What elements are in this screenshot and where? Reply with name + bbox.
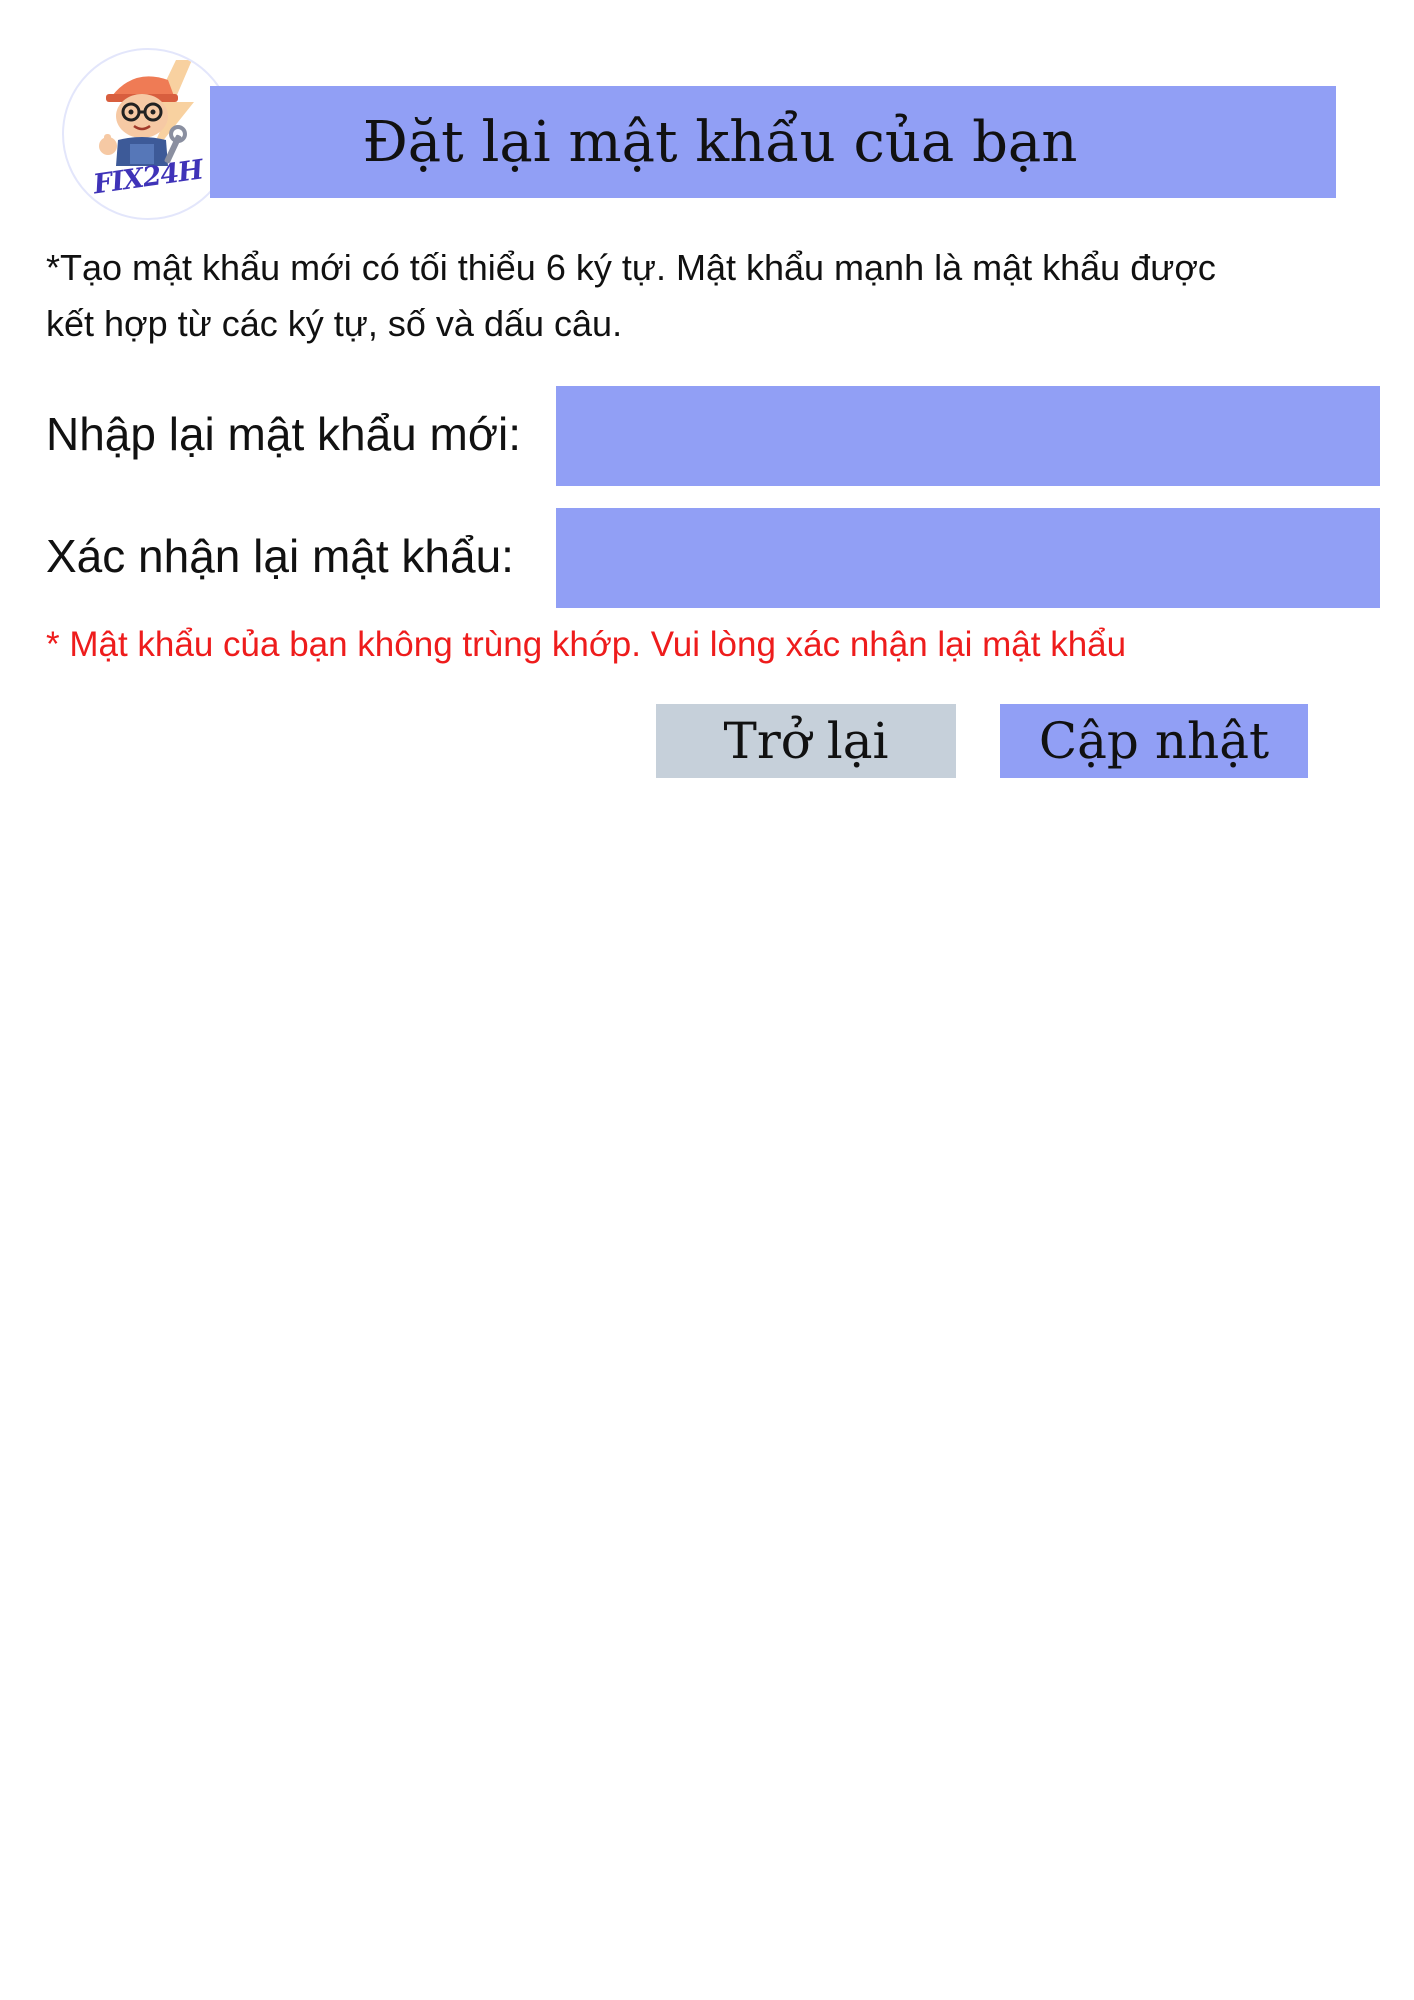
instruction-line-1: *Tạo mật khẩu mới có tối thiểu 6 ký tự. … [46,247,1216,288]
instruction-line-2: kết hợp từ các ký tự, số và dấu câu. [46,303,623,344]
new-password-field[interactable] [556,386,1380,486]
page-title: Đặt lại mật khẩu của bạn [362,109,1078,175]
brand-logo: FIX24H [62,48,234,220]
new-password-label: Nhập lại mật khẩu mới: [46,408,522,460]
back-button[interactable]: Trở lại [656,704,956,778]
confirm-password-field[interactable] [556,508,1380,608]
password-mismatch-error: * Mật khẩu của bạn không trùng khớp. Vui… [46,625,1127,664]
password-instruction: *Tạo mật khẩu mới có tối thiểu 6 ký tự. … [46,240,1366,352]
update-button[interactable]: Cập nhật [1000,704,1308,778]
confirm-password-label: Xác nhận lại mật khẩu: [46,530,514,582]
